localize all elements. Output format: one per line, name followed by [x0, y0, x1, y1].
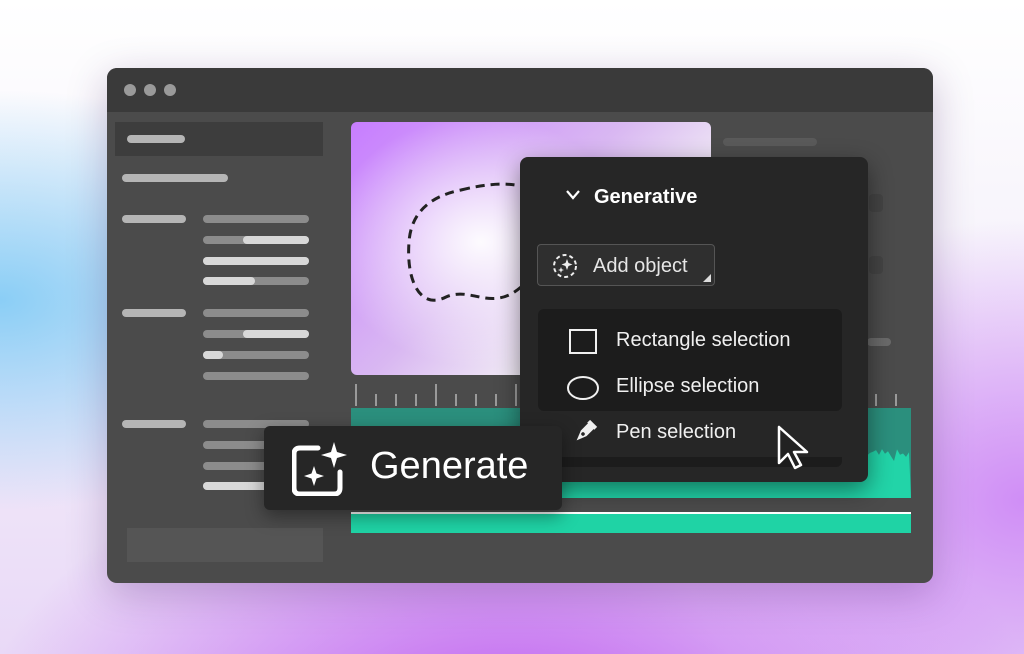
property-label-bar	[122, 309, 186, 317]
ruler-tick	[415, 394, 417, 406]
placeholder-bar	[122, 174, 228, 182]
ruler-tick	[435, 384, 437, 406]
rectangle-icon	[569, 329, 597, 354]
placeholder-bar	[127, 135, 185, 143]
menu-item-rectangle-selection[interactable]: Rectangle selection	[550, 327, 840, 357]
add-object-button[interactable]: Add object	[537, 244, 715, 286]
mouse-cursor-icon	[777, 425, 809, 470]
placeholder-bar	[869, 256, 883, 274]
sparkle-selection-icon	[553, 254, 577, 278]
property-label-bar	[122, 215, 186, 223]
property-slider[interactable]	[203, 330, 309, 338]
property-slider[interactable]	[203, 372, 309, 380]
window-control-dot[interactable]	[144, 84, 156, 96]
generate-button[interactable]: Generate	[264, 426, 562, 510]
ruler-tick	[515, 384, 517, 406]
menu-item-ellipse-selection[interactable]: Ellipse selection	[550, 373, 840, 403]
ruler-tick	[355, 384, 357, 406]
window-control-dot[interactable]	[164, 84, 176, 96]
ruler-tick	[395, 394, 397, 406]
property-slider[interactable]	[203, 215, 309, 223]
generate-label: Generate	[370, 445, 529, 487]
ruler-tick	[875, 394, 877, 406]
property-slider[interactable]	[203, 236, 309, 244]
generate-sparkle-icon	[292, 442, 347, 496]
property-slider[interactable]	[203, 351, 309, 359]
window-control-dot[interactable]	[124, 84, 136, 96]
ruler-tick	[475, 394, 477, 406]
track-clip	[351, 512, 911, 533]
ruler-tick	[455, 394, 457, 406]
add-object-label: Add object	[593, 255, 688, 277]
chevron-down-icon[interactable]	[566, 190, 580, 200]
placeholder-bar	[867, 338, 891, 346]
ellipse-icon	[567, 376, 599, 400]
dropdown-corner-icon	[703, 274, 711, 282]
ruler-tick	[375, 394, 377, 406]
property-label-bar	[122, 420, 186, 428]
placeholder-bar	[723, 138, 817, 146]
title-bar	[107, 68, 933, 112]
placeholder-bar	[869, 194, 883, 212]
sidebar-header[interactable]	[115, 122, 323, 156]
ruler-tick	[895, 394, 897, 406]
panel-section-title: Generative	[594, 186, 698, 208]
ruler-tick	[495, 394, 497, 406]
menu-item-label: Pen selection	[616, 421, 737, 443]
property-slider[interactable]	[203, 277, 309, 285]
menu-item-label: Ellipse selection	[616, 375, 760, 397]
property-slider[interactable]	[203, 257, 309, 265]
menu-item-label: Rectangle selection	[616, 329, 791, 351]
sidebar-footer-block[interactable]	[127, 528, 323, 562]
pen-icon	[576, 419, 598, 441]
property-slider[interactable]	[203, 309, 309, 317]
